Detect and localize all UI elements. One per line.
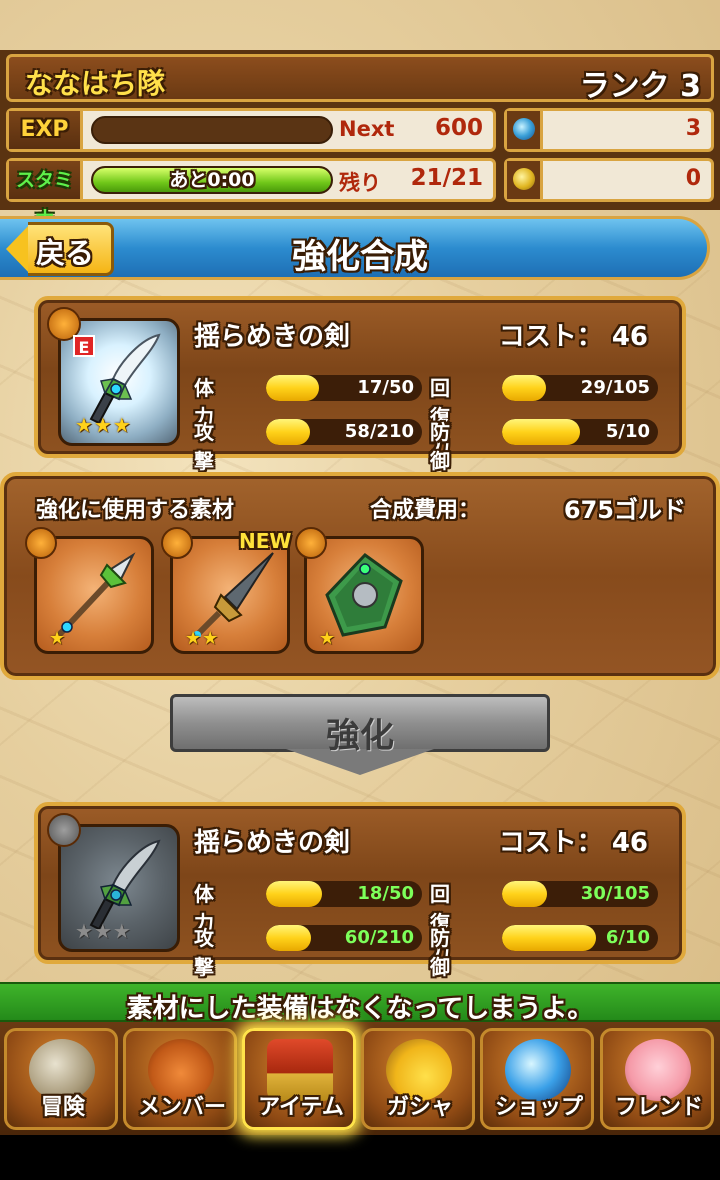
material-slot-2[interactable]: NEW ★★: [161, 527, 291, 654]
rarity-badge: E: [73, 335, 95, 357]
gold-count: 0: [685, 166, 701, 191]
nav-item[interactable]: アイテム: [242, 1028, 356, 1130]
gold-coin-icon: [507, 161, 543, 199]
exp-label: EXP: [9, 111, 83, 149]
stamina-bar: あと0:00: [91, 166, 333, 194]
gold-counter: 0: [504, 158, 714, 202]
player-header: ななはち隊 ランク 3 EXP Next 600 スタミナ あと0:00 残り …: [0, 50, 720, 229]
stamina-timer: あと0:00: [169, 169, 255, 191]
gem-icon: [507, 111, 543, 149]
item-name: 揺らめきの剣: [194, 322, 351, 352]
warning-text: 素材にした装備はなくなってしまうよ。: [126, 994, 594, 1024]
team-row: ななはち隊 ランク 3: [6, 54, 714, 104]
enhance-button[interactable]: 強化: [170, 694, 550, 778]
material-label: 強化に使用する素材: [36, 498, 235, 523]
nav-member[interactable]: メンバー: [123, 1028, 237, 1130]
gem-count: 3: [685, 116, 701, 141]
nav-shop[interactable]: ショップ: [480, 1028, 594, 1130]
nav-adventure[interactable]: 冒険: [4, 1028, 118, 1130]
material-slot-1[interactable]: ★: [25, 527, 154, 654]
result-item-thumbnail: ★★★: [47, 813, 180, 952]
spear-category-icon: [161, 527, 193, 559]
result-item-panel: ★★★ 揺らめきの剣 コスト： 46 体 力 18/50 回復力 30/105 …: [34, 802, 686, 1008]
stamina-label: スタミナ: [9, 161, 83, 229]
back-button[interactable]: 戻る: [6, 222, 114, 276]
base-item-panel[interactable]: E ★★★ 揺らめきの剣 コスト： 46 体 力 17/50 回復力 29/10…: [34, 296, 686, 502]
exp-bar: [91, 116, 333, 144]
rarity-stars: ★: [319, 628, 337, 649]
shield-category-icon: [295, 527, 327, 559]
exp-next-label: Next: [339, 117, 395, 141]
rarity-stars: ★★★: [75, 919, 132, 943]
item-cost: コスト： 46: [498, 828, 648, 858]
team-name: ななはち隊: [25, 67, 166, 100]
exp-row: EXP Next 600: [6, 108, 496, 152]
stamina-value: 21/21: [410, 165, 483, 191]
material-panel: 強化に使用する素材 合成費用： 675ゴルド ★ NEW ★★ ★: [0, 472, 720, 680]
nav-friend[interactable]: フレンド: [600, 1028, 714, 1130]
new-badge: NEW: [239, 529, 292, 553]
fee-label: 合成費用：: [370, 498, 481, 523]
back-label: 戻る: [36, 236, 95, 270]
enhance-label: 強化: [326, 716, 394, 756]
stamina-row: スタミナ あと0:00 残り 21/21: [6, 158, 496, 229]
item-name: 揺らめきの剣: [194, 828, 351, 858]
rarity-stars: ★: [49, 628, 67, 649]
exp-next-value: 600: [434, 115, 483, 141]
nav-gacha[interactable]: ガシャ: [361, 1028, 475, 1130]
warning-banner: 素材にした装備はなくなってしまうよ。: [0, 982, 720, 1024]
material-slot-3[interactable]: ★: [295, 527, 424, 654]
rarity-stars: ★★: [185, 628, 220, 649]
rarity-stars: ★★★: [75, 413, 132, 437]
item-cost: コスト： 46: [498, 322, 648, 352]
gem-counter: 3: [504, 108, 714, 152]
bottom-nav: 冒険 メンバー アイテム ガシャ ショップ フレンド: [0, 1022, 720, 1135]
sword-category-icon: [47, 813, 81, 847]
player-rank: ランク 3: [579, 69, 701, 104]
base-item-thumbnail: E ★★★: [47, 307, 180, 446]
stamina-remain-label: 残り: [339, 171, 381, 195]
fee-value: 675ゴルド: [563, 496, 686, 524]
spear-category-icon: [25, 527, 57, 559]
